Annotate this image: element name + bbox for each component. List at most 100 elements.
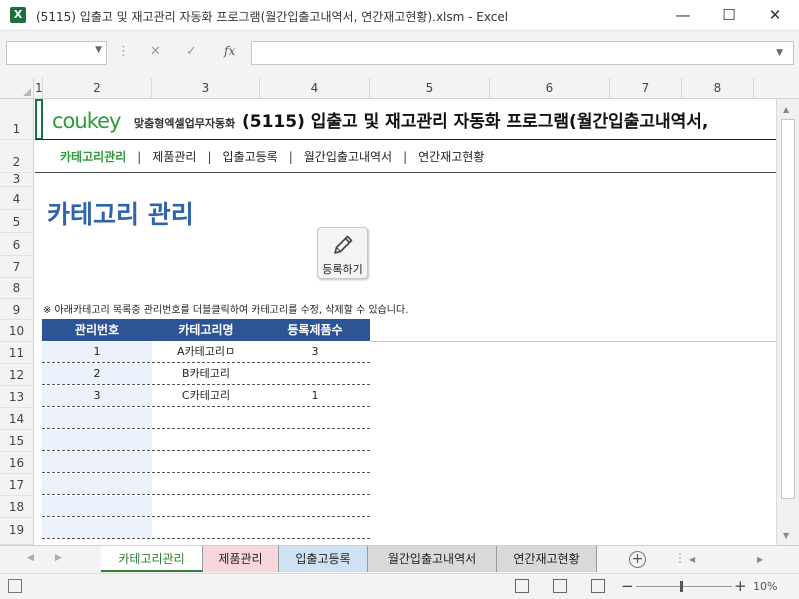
row-header[interactable]: 4 — [0, 187, 34, 210]
row-header[interactable]: 8 — [0, 278, 34, 299]
cell-product-count[interactable] — [260, 408, 370, 428]
cell-id[interactable]: 3 — [42, 386, 152, 406]
row-header[interactable]: 19 — [0, 518, 34, 545]
page-layout-view-icon[interactable] — [553, 579, 567, 593]
nav-annual-inventory[interactable]: 연간재고현황 — [418, 150, 484, 164]
row-header[interactable]: 5 — [0, 210, 34, 233]
row-header[interactable]: 7 — [0, 256, 34, 278]
table-row[interactable] — [42, 430, 370, 451]
minimize-button[interactable]: — — [660, 0, 706, 31]
cell-product-count[interactable]: 1 — [260, 386, 370, 406]
column-header[interactable]: 2 — [43, 78, 152, 98]
cell-id[interactable] — [42, 452, 152, 472]
cell-id[interactable]: 2 — [42, 364, 152, 384]
name-box[interactable]: ▼ — [6, 41, 107, 65]
row-header[interactable]: 1 — [0, 99, 34, 140]
maximize-button[interactable]: ☐ — [706, 0, 752, 31]
close-button[interactable]: ✕ — [752, 0, 798, 31]
cell-category-name[interactable] — [152, 430, 260, 450]
scroll-right-icon[interactable]: ▶ — [757, 555, 763, 564]
cell-id[interactable] — [42, 430, 152, 450]
column-header[interactable]: 7 — [610, 78, 682, 98]
scroll-up-icon[interactable]: ▲ — [783, 105, 789, 114]
cell-id[interactable] — [42, 408, 152, 428]
zoom-slider-handle[interactable] — [680, 581, 683, 592]
cell-product-count[interactable] — [260, 496, 370, 516]
table-row[interactable]: 1 A카테고리ㅁ 3 — [42, 342, 370, 363]
cell-product-count[interactable] — [260, 518, 370, 538]
nav-monthly-report[interactable]: 월간입출고내역서 — [304, 150, 392, 164]
add-sheet-icon[interactable]: + — [629, 551, 646, 568]
sheet-tab-annual-inventory[interactable]: 연간재고현황 — [497, 546, 597, 572]
column-header[interactable]: 6 — [490, 78, 610, 98]
register-button[interactable]: 등록하기 — [317, 227, 368, 279]
tab-scroll-right-icon[interactable]: ▶ — [55, 553, 62, 563]
sheet-tab-category[interactable]: 카테고리관리 — [101, 546, 203, 572]
column-header[interactable]: 8 — [682, 78, 754, 98]
normal-view-icon[interactable] — [515, 579, 529, 593]
formula-input[interactable]: ▼ — [251, 41, 794, 65]
row-header[interactable]: 9 — [0, 299, 34, 320]
row-header[interactable]: 12 — [0, 364, 34, 386]
cell-category-name[interactable]: C카테고리 — [152, 386, 260, 406]
cell-id[interactable] — [42, 474, 152, 494]
cell-category-name[interactable]: B카테고리 — [152, 364, 260, 384]
table-row[interactable] — [42, 474, 370, 495]
column-header[interactable]: 5 — [370, 78, 490, 98]
cell-id[interactable] — [42, 496, 152, 516]
active-cell[interactable] — [35, 99, 43, 140]
zoom-in-button[interactable]: + — [734, 577, 747, 595]
nav-category[interactable]: 카테고리관리 — [60, 150, 126, 164]
insert-function-icon[interactable]: fx — [224, 44, 235, 58]
select-all-button[interactable] — [0, 78, 34, 98]
nav-products[interactable]: 제품관리 — [152, 150, 196, 164]
page-break-view-icon[interactable] — [591, 579, 605, 593]
table-row[interactable]: 2 B카테고리 — [42, 364, 370, 385]
worksheet-grid[interactable]: coukey 맞춤형엑셀업무자동화 (5115) 입출고 및 재고관리 자동화 … — [35, 99, 776, 545]
row-header[interactable]: 15 — [0, 430, 34, 452]
scroll-left-icon[interactable]: ◀ — [689, 555, 695, 564]
cell-product-count[interactable] — [260, 452, 370, 472]
enter-icon[interactable]: ✓ — [186, 44, 197, 59]
sheet-tab-inout-register[interactable]: 입출고등록 — [279, 546, 368, 572]
cell-product-count[interactable] — [260, 364, 370, 384]
table-row[interactable] — [42, 452, 370, 473]
cell-category-name[interactable] — [152, 408, 260, 428]
row-header[interactable]: 14 — [0, 408, 34, 430]
vertical-scroll-thumb[interactable] — [781, 119, 795, 499]
table-row[interactable]: 3 C카테고리 1 — [42, 386, 370, 407]
row-header[interactable]: 6 — [0, 233, 34, 256]
zoom-level[interactable]: 10% — [753, 580, 777, 593]
row-header[interactable]: 13 — [0, 386, 34, 408]
cell-id[interactable]: 1 — [42, 342, 152, 362]
row-header[interactable]: 18 — [0, 496, 34, 518]
nav-inout-register[interactable]: 입출고등록 — [223, 150, 278, 164]
cell-category-name[interactable]: A카테고리ㅁ — [152, 342, 260, 362]
cell-product-count[interactable]: 3 — [260, 342, 370, 362]
row-header[interactable]: 16 — [0, 452, 34, 474]
column-header[interactable]: 3 — [152, 78, 260, 98]
cancel-icon[interactable]: ✕ — [150, 44, 161, 59]
macro-record-icon[interactable] — [8, 579, 22, 593]
zoom-out-button[interactable]: − — [621, 577, 634, 595]
cell-product-count[interactable] — [260, 430, 370, 450]
table-row[interactable] — [42, 408, 370, 429]
tab-scroll-left-icon[interactable]: ◀ — [27, 553, 34, 563]
table-row[interactable] — [42, 518, 370, 539]
sheet-tab-monthly-report[interactable]: 월간입출고내역서 — [368, 546, 497, 572]
vertical-scrollbar[interactable]: ▲ ▼ — [776, 99, 799, 545]
row-header[interactable]: 11 — [0, 342, 34, 364]
row-header[interactable]: 17 — [0, 474, 34, 496]
column-header[interactable]: 1 — [35, 78, 43, 98]
column-header[interactable]: 4 — [260, 78, 370, 98]
chevron-down-icon[interactable]: ▼ — [776, 48, 783, 58]
cell-category-name[interactable] — [152, 452, 260, 472]
cell-category-name[interactable] — [152, 518, 260, 538]
cell-category-name[interactable] — [152, 496, 260, 516]
scroll-down-icon[interactable]: ▼ — [783, 531, 789, 540]
cell-id[interactable] — [42, 518, 152, 538]
sheet-tab-products[interactable]: 제품관리 — [203, 546, 279, 572]
row-header[interactable]: 3 — [0, 173, 34, 187]
table-row[interactable] — [42, 496, 370, 517]
more-icon[interactable]: ⋮ — [674, 551, 686, 565]
